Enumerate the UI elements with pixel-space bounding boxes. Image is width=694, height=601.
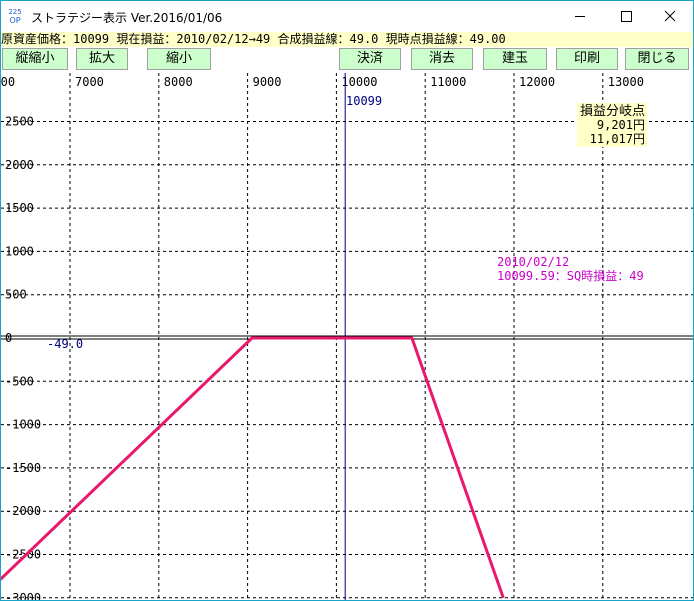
x-tick-label: 12000 [519,75,555,89]
y-tick-label: 2500 [5,115,34,129]
open-position-button[interactable]: 建玉 [483,48,547,70]
x-tick-label: 10000 [341,75,377,89]
x-tick-label: 13000 [608,75,644,89]
zoom-out-button[interactable]: 縮小 [147,48,211,70]
y-tick-label: -1000 [5,418,41,432]
y-tick-label: -3000 [5,591,41,601]
close-icon[interactable] [647,1,693,32]
y-tick-label: 1500 [5,201,34,215]
app-icon-bottom-text: OP [9,16,20,25]
window-title: ストラテジー表示 Ver.2016/01/06 [31,11,223,25]
y-tick-label: 1000 [5,244,34,258]
payoff-chart[interactable]: 6000700080009000100001100012000130002500… [1,73,693,601]
zero-line-value-label: -49.0 [47,337,83,351]
annotation-sq-pl: 10099.59：SQ時損益：49 [497,268,644,283]
settle-button[interactable]: 決済 [339,48,401,70]
erase-button[interactable]: 消去 [411,48,473,70]
y-tick-label: -1500 [5,461,41,475]
print-button[interactable]: 印刷 [556,48,618,70]
zoom-in-button[interactable]: 拡大 [76,48,128,70]
x-tick-label: 7000 [75,75,104,89]
title-bar: 225 OP ストラテジー表示 Ver.2016/01/06 [1,1,693,32]
x-tick-label: 9000 [253,75,282,89]
breakeven-title: 損益分岐点 [580,104,645,119]
close-button[interactable]: 閉じる [625,48,689,70]
y-tick-label: 0 [5,331,12,345]
strategy-window: 225 OP ストラテジー表示 Ver.2016/01/06 原資産価格：100… [0,0,694,601]
breakeven-value-high: 11,017円 [590,132,645,146]
annotation-date: 2010/02/12 [497,255,569,269]
chart-labels: 10099 -49.0 損益分岐点 9,201円 11,017円 2010/02… [47,94,647,351]
y-tick-label: 500 [5,288,27,302]
x-tick-label: 6000 [1,75,15,89]
app-icon-top-text: 225 [8,8,21,16]
y-tick-label: -2000 [5,504,41,518]
maximize-icon[interactable] [603,1,649,32]
current-price-label: 10099 [346,94,382,108]
y-tick-label: -500 [5,374,34,388]
minimize-icon[interactable] [557,1,603,32]
x-tick-label: 8000 [164,75,193,89]
x-tick-label: 11000 [430,75,466,89]
toolbar: 縦縮小 拡大 縮小 決済 消去 建玉 印刷 閉じる [1,47,693,73]
breakeven-value-low: 9,201円 [597,118,645,132]
vertical-shrink-button[interactable]: 縦縮小 [2,48,68,70]
app-icon: 225 OP [8,8,21,25]
y-tick-label: 2000 [5,158,34,172]
status-line: 原資産価格：10099 現在損益：2010/02/12→49 合成損益線：49.… [1,32,693,47]
